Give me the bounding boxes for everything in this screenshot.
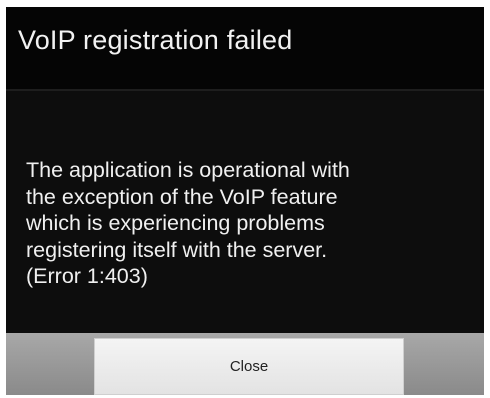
dialog-body: The application is operational with the …	[6, 91, 484, 333]
dialog-message: The application is operational with the …	[26, 158, 350, 288]
dialog-title: VoIP registration failed	[18, 25, 293, 55]
close-button-label: Close	[229, 358, 269, 375]
screen: VoIP registration failed The application…	[0, 0, 490, 398]
close-button[interactable]: Close	[94, 338, 404, 395]
error-dialog: VoIP registration failed The application…	[6, 7, 484, 395]
dialog-button-bar: Close	[6, 333, 484, 395]
dialog-title-bar: VoIP registration failed	[6, 7, 484, 89]
